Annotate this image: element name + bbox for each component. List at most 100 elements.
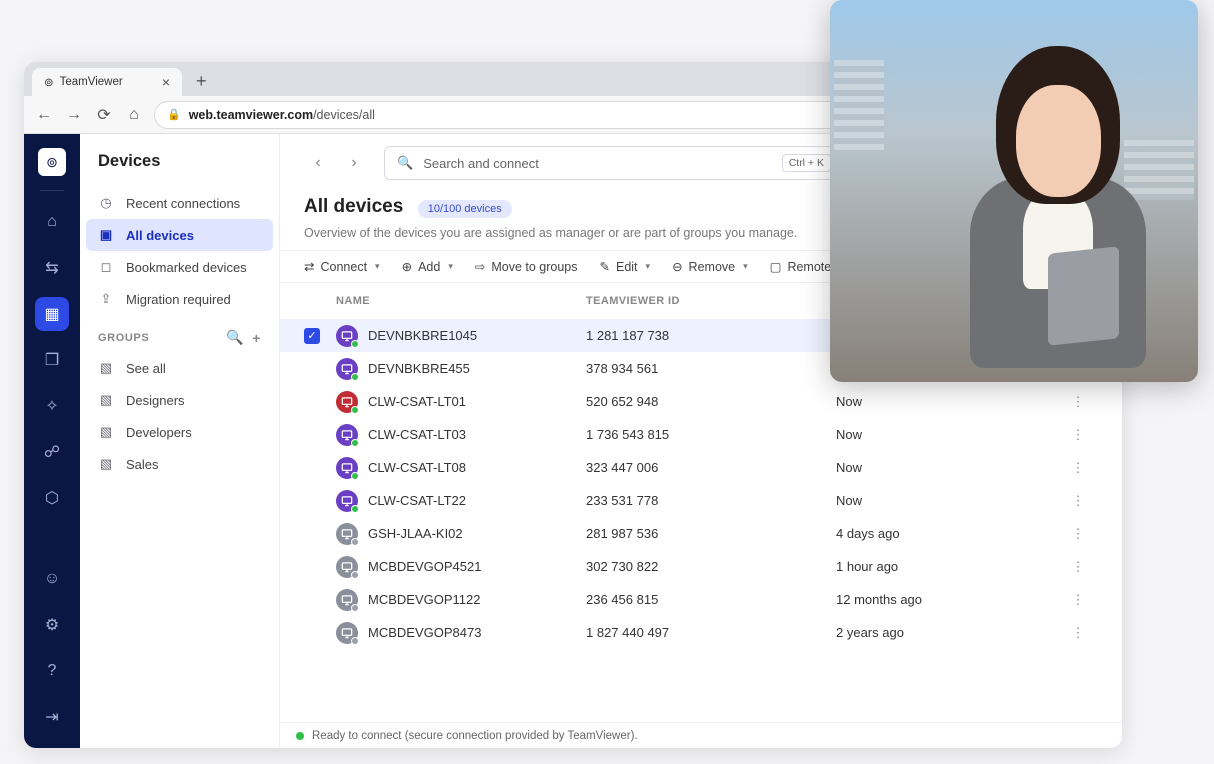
table-row[interactable]: MCBDEVGOP1122236 456 81512 months ago⋮ <box>280 583 1122 616</box>
table-row[interactable]: CLW-CSAT-LT22233 531 778Now⋮ <box>280 484 1122 517</box>
row-more-button[interactable]: ⋮ <box>1058 460 1098 476</box>
forward-button[interactable]: → <box>64 105 84 125</box>
row-more-button[interactable]: ⋮ <box>1058 394 1098 410</box>
tab-label: TeamViewer <box>60 76 123 88</box>
nav-rail: ⊚ ⌂ ⇆ ▦ ❐ ✧ ☍ ⬡ ☺ ⚙ ? ⇥ <box>24 134 80 748</box>
device-icon <box>336 490 358 512</box>
device-icon <box>336 457 358 479</box>
device-last-seen: 2 years ago <box>836 625 1058 640</box>
search-shortcut: Ctrl + K <box>782 154 831 172</box>
close-tab-button[interactable]: × <box>162 74 170 90</box>
rail-expand-icon[interactable]: ⇥ <box>35 700 69 734</box>
status-dot-icon <box>351 505 359 513</box>
add-button[interactable]: ⊕Add▾ <box>402 259 453 274</box>
rail-workflow-icon[interactable]: ✧ <box>35 389 69 423</box>
device-id: 323 447 006 <box>586 460 836 475</box>
rail-connect-icon[interactable]: ⇆ <box>35 251 69 285</box>
back-button[interactable]: ← <box>34 105 54 125</box>
group-label: Sales <box>126 457 159 472</box>
plus-icon: ⊕ <box>402 259 412 274</box>
table-row[interactable]: CLW-CSAT-LT01520 652 948Now⋮ <box>280 385 1122 418</box>
app-logo[interactable]: ⊚ <box>38 148 66 176</box>
device-id: 520 652 948 <box>586 394 836 409</box>
sidebar-item-bookmarked-devices[interactable]: ◻Bookmarked devices <box>80 251 279 283</box>
overlay-photo <box>830 0 1198 382</box>
sidebar-item-recent-connections[interactable]: ◷ Recent connections <box>80 187 279 219</box>
sidebar-item-label: Recent connections <box>126 196 240 211</box>
table-row[interactable]: CLW-CSAT-LT031 736 543 815Now⋮ <box>280 418 1122 451</box>
sidebar-item-label: All devices <box>126 228 194 243</box>
sidebar-title: Devices <box>80 148 279 187</box>
rail-support-icon[interactable]: ☍ <box>35 435 69 469</box>
device-name: MCBDEVGOP1122 <box>368 592 480 607</box>
migrate-icon: ⇪ <box>98 291 114 307</box>
pencil-icon: ✎ <box>600 259 610 274</box>
home-button[interactable]: ⌂ <box>124 105 144 125</box>
device-id: 1 827 440 497 <box>586 625 836 640</box>
rail-home-icon[interactable]: ⌂ <box>35 205 69 239</box>
rail-help-icon[interactable]: ? <box>35 654 69 688</box>
device-last-seen: 1 hour ago <box>836 559 1058 574</box>
table-row[interactable]: CLW-CSAT-LT08 323 447 006Now⋮ <box>280 451 1122 484</box>
group-item-see-all[interactable]: ▧See all <box>80 352 279 384</box>
remove-button[interactable]: ⊖Remove▾ <box>672 259 748 274</box>
device-count-badge: 10/100 devices <box>418 200 512 218</box>
col-name[interactable]: NAME <box>336 295 586 307</box>
sidebar-item-migration-required[interactable]: ⇪ Migration required <box>80 283 279 315</box>
device-last-seen: Now <box>836 460 1058 475</box>
table-row[interactable]: MCBDEVGOP4521302 730 8221 hour ago⋮ <box>280 550 1122 583</box>
status-dot-icon <box>351 406 359 414</box>
row-more-button[interactable]: ⋮ <box>1058 526 1098 542</box>
group-item-sales[interactable]: ▧Sales <box>80 448 279 480</box>
row-more-button[interactable]: ⋮ <box>1058 625 1098 641</box>
rail-devices-icon[interactable]: ▦ <box>35 297 69 331</box>
connect-icon: ⇄ <box>304 259 314 274</box>
rail-user-icon[interactable]: ☺ <box>35 562 69 596</box>
device-name: CLW-CSAT-LT08 <box>368 460 466 475</box>
edit-button[interactable]: ✎Edit▾ <box>600 259 651 274</box>
rail-settings-icon[interactable]: ⚙ <box>35 608 69 642</box>
table-row[interactable]: MCBDEVGOP8473 1 827 440 4972 years ago⋮ <box>280 616 1122 649</box>
row-checkbox[interactable]: ✓ <box>304 328 320 344</box>
app-logo-icon: ⊚ <box>44 75 54 89</box>
clock-icon: ◷ <box>98 195 114 211</box>
col-id[interactable]: TEAMVIEWER ID <box>586 295 836 307</box>
row-more-button[interactable]: ⋮ <box>1058 559 1098 575</box>
row-more-button[interactable]: ⋮ <box>1058 592 1098 608</box>
search-input[interactable]: 🔍 Search and connect Ctrl + K <box>384 146 844 180</box>
device-icon <box>336 424 358 446</box>
status-dot-icon <box>351 340 359 348</box>
row-more-button[interactable]: ⋮ <box>1058 493 1098 509</box>
device-icon <box>336 358 358 380</box>
rail-shield-icon[interactable]: ⬡ <box>35 481 69 515</box>
rail-design-icon[interactable]: ❐ <box>35 343 69 377</box>
groups-search-button[interactable]: 🔍 <box>226 329 244 346</box>
search-placeholder: Search and connect <box>423 156 539 171</box>
group-icon: ▧ <box>98 392 114 408</box>
groups-add-button[interactable]: + <box>252 330 261 346</box>
row-more-button[interactable]: ⋮ <box>1058 427 1098 443</box>
building-graphic <box>834 60 884 150</box>
bookmark-icon: ◻ <box>98 259 114 275</box>
browser-tab[interactable]: ⊚ TeamViewer × <box>32 68 182 96</box>
device-name: CLW-CSAT-LT03 <box>368 427 466 442</box>
device-id: 1 281 187 738 <box>586 328 836 343</box>
new-tab-button[interactable]: + <box>188 67 215 96</box>
sidebar-item-all-devices[interactable]: ▣All devices <box>86 219 273 251</box>
page-back-button[interactable]: ‹ <box>304 149 332 177</box>
group-item-developers[interactable]: ▧Developers <box>80 416 279 448</box>
url-text: web.teamviewer.com/devices/all <box>189 108 375 122</box>
device-name: CLW-CSAT-LT01 <box>368 394 466 409</box>
device-name: MCBDEVGOP8473 <box>368 625 481 640</box>
group-item-designers[interactable]: ▧Designers <box>80 384 279 416</box>
connect-button[interactable]: ⇄Connect▾ <box>304 259 380 274</box>
device-id: 281 987 536 <box>586 526 836 541</box>
sidebar-item-label: Migration required <box>126 292 231 307</box>
monitor-icon: ▢ <box>770 259 782 274</box>
device-name: GSH-JLAA-KI02 <box>368 526 463 541</box>
reload-button[interactable]: ⟳ <box>94 105 114 125</box>
move-to-groups-button[interactable]: ⇨Move to groups <box>475 259 578 274</box>
device-name: MCBDEVGOP4521 <box>368 559 481 574</box>
page-forward-button[interactable]: › <box>340 149 368 177</box>
table-row[interactable]: GSH-JLAA-KI02281 987 5364 days ago⋮ <box>280 517 1122 550</box>
